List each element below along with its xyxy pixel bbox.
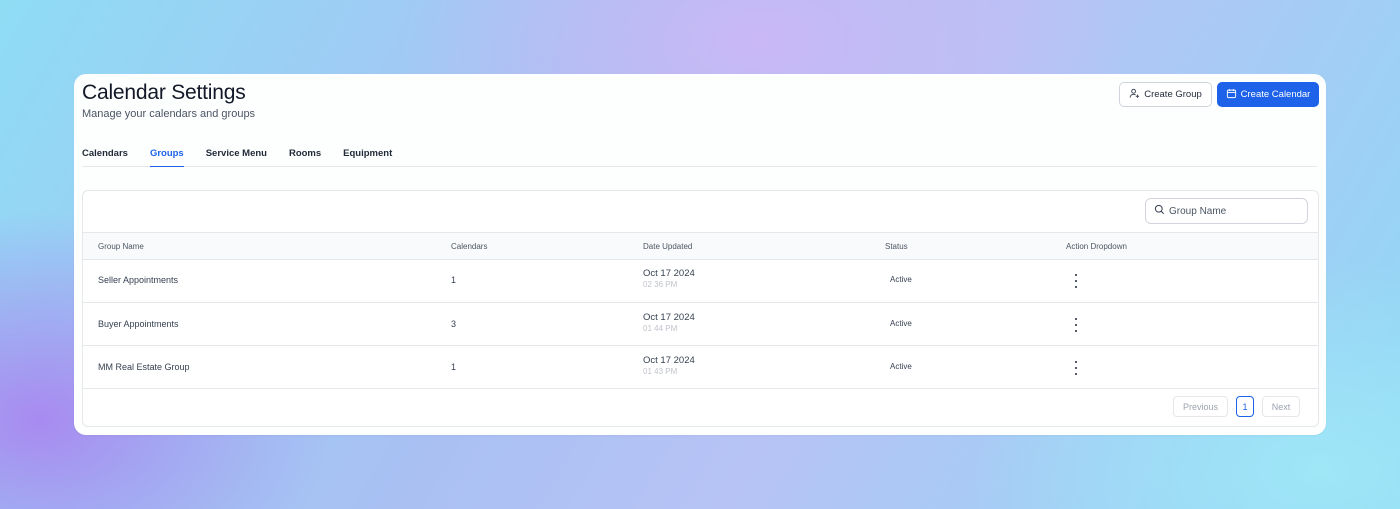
column-header-action-dropdown: Action Dropdown (1066, 242, 1127, 251)
table-header: Group Name Calendars Date Updated Status… (83, 232, 1318, 260)
date-updated-time: 02 36 PM (643, 280, 678, 289)
more-options-icon[interactable] (1072, 361, 1080, 375)
status-badge: Active (890, 362, 912, 371)
page-title: Calendar Settings (82, 81, 246, 104)
table-row[interactable]: MM Real Estate Group 1 Oct 17 2024 01 43… (83, 346, 1318, 389)
tab-service-menu[interactable]: Service Menu (206, 144, 267, 167)
group-name-cell[interactable]: Buyer Appointments (98, 319, 179, 329)
date-updated-date: Oct 17 2024 (643, 355, 695, 366)
status-badge: Active (890, 275, 912, 284)
create-calendar-label: Create Calendar (1240, 89, 1311, 100)
group-name-cell[interactable]: Seller Appointments (98, 275, 178, 285)
calendar-settings-card: Calendar Settings Manage your calendars … (74, 74, 1326, 435)
page-number-button[interactable]: 1 (1236, 396, 1254, 417)
next-page-button[interactable]: Next (1262, 396, 1300, 417)
table-row[interactable]: Seller Appointments 1 Oct 17 2024 02 36 … (83, 260, 1318, 303)
group-search-box[interactable] (1145, 198, 1308, 224)
tab-equipment[interactable]: Equipment (343, 144, 392, 167)
page-subtitle: Manage your calendars and groups (82, 108, 256, 120)
date-updated-date: Oct 17 2024 (643, 312, 695, 323)
date-updated-time: 01 43 PM (643, 367, 678, 376)
date-updated-time: 01 44 PM (643, 324, 678, 333)
create-group-button[interactable]: Create Group (1119, 82, 1212, 107)
create-calendar-button[interactable]: Create Calendar (1217, 82, 1319, 107)
add-user-icon (1129, 88, 1140, 102)
calendars-count-cell: 1 (451, 275, 457, 285)
tab-calendars[interactable]: Calendars (82, 144, 128, 167)
tab-groups[interactable]: Groups (149, 144, 184, 167)
previous-page-button[interactable]: Previous (1173, 396, 1228, 417)
column-header-status[interactable]: Status (885, 242, 908, 251)
group-name-cell[interactable]: MM Real Estate Group (98, 362, 190, 372)
column-header-date-updated[interactable]: Date Updated (643, 242, 692, 251)
date-updated-cell: Oct 17 2024 01 43 PM (643, 355, 695, 376)
column-header-calendars[interactable]: Calendars (451, 242, 487, 251)
more-options-icon[interactable] (1072, 318, 1080, 332)
status-badge: Active (890, 319, 912, 328)
tab-rooms[interactable]: Rooms (289, 144, 321, 167)
settings-tabs: Calendars Groups Service Menu Rooms Equi… (82, 144, 1317, 167)
column-header-group-name[interactable]: Group Name (98, 242, 144, 251)
table-row[interactable]: Buyer Appointments 3 Oct 17 2024 01 44 P… (83, 303, 1318, 346)
date-updated-cell: Oct 17 2024 02 36 PM (643, 268, 695, 289)
calendar-icon (1226, 88, 1237, 102)
calendars-count-cell: 1 (451, 362, 457, 372)
groups-table-panel: Group Name Calendars Date Updated Status… (82, 190, 1319, 427)
date-updated-date: Oct 17 2024 (643, 268, 695, 279)
search-icon (1154, 202, 1165, 220)
more-options-icon[interactable] (1072, 274, 1080, 288)
create-group-label: Create Group (1144, 89, 1202, 100)
search-input[interactable] (1169, 205, 1299, 217)
calendars-count-cell: 3 (451, 319, 457, 329)
date-updated-cell: Oct 17 2024 01 44 PM (643, 312, 695, 333)
